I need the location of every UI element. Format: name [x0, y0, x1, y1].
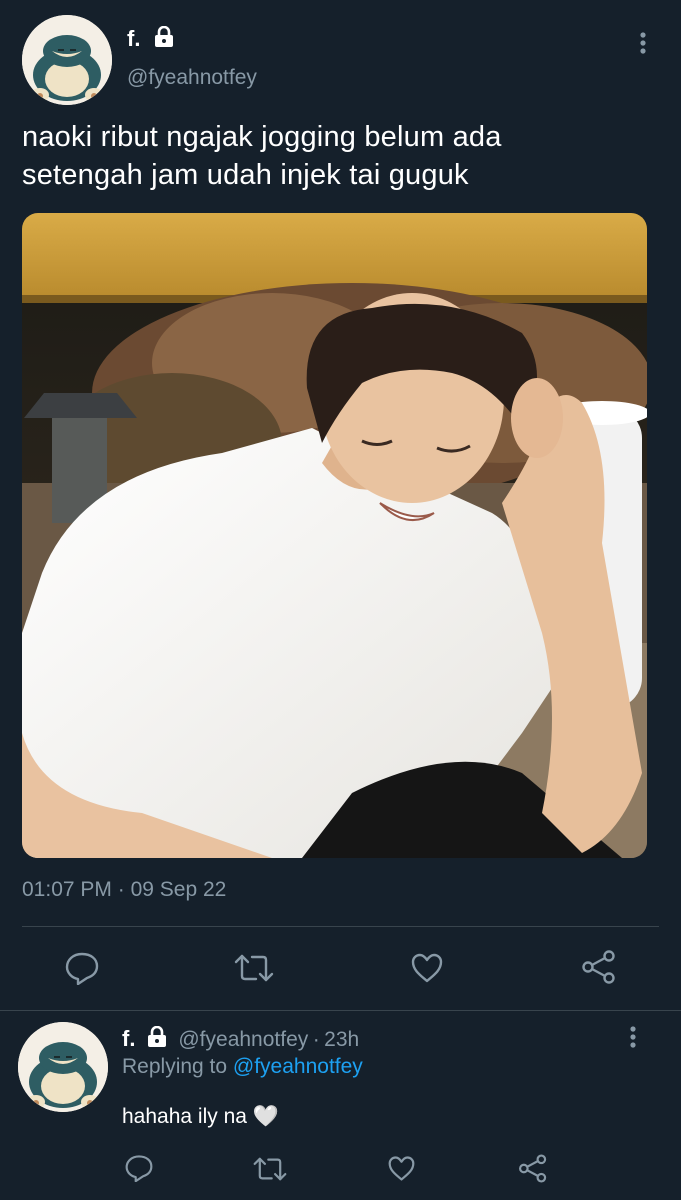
reply-text: hahaha ily na 🤍: [122, 1105, 279, 1128]
reply-header: f. @fyeahnotfey · 23h: [122, 1025, 360, 1053]
lock-icon: [153, 25, 175, 53]
reply-icon[interactable]: [64, 951, 100, 985]
replying-to-line: Replying to @fyeahnotfey: [122, 1055, 363, 1079]
share-icon[interactable]: [518, 1154, 548, 1183]
author-avatar[interactable]: [22, 15, 112, 105]
author-name-row: f.: [127, 25, 175, 53]
more-icon[interactable]: [626, 1024, 640, 1057]
tweet-text-line: setengah jam udah injek tai guguk: [22, 159, 469, 191]
replying-to-handle-link[interactable]: @fyeahnotfey: [233, 1055, 363, 1078]
author-display-name[interactable]: f.: [127, 26, 140, 51]
photo-image: [22, 213, 647, 858]
share-icon[interactable]: [581, 950, 617, 984]
meta-separator: ·: [312, 1028, 320, 1051]
retweet-icon[interactable]: [234, 952, 274, 984]
reply-author-name[interactable]: f.: [122, 1026, 135, 1051]
reply-author-avatar[interactable]: [18, 1022, 108, 1112]
tweet-text: naoki ribut ngajak jogging belum ada set…: [22, 118, 662, 194]
tweet-timestamp: 01:07 PM · 09 Sep 22: [22, 878, 226, 902]
like-icon[interactable]: [387, 1155, 416, 1182]
lock-icon: [146, 1025, 168, 1053]
tweet-text-line: naoki ribut ngajak jogging belum ada: [22, 121, 502, 153]
reply-author-handle[interactable]: @fyeahnotfey: [178, 1028, 308, 1051]
author-handle[interactable]: @fyeahnotfey: [127, 66, 257, 90]
tweet-date: 09 Sep 22: [130, 878, 227, 901]
tweet-time: 01:07 PM: [22, 878, 112, 901]
more-icon[interactable]: [636, 30, 650, 63]
retweet-icon[interactable]: [253, 1155, 287, 1183]
reply-icon[interactable]: [124, 1154, 154, 1182]
like-icon[interactable]: [410, 952, 444, 984]
replying-to-label: Replying to: [122, 1055, 228, 1078]
reply-age: 23h: [324, 1028, 360, 1051]
divider: [22, 926, 659, 927]
section-divider: [0, 1010, 681, 1011]
tweet-photo[interactable]: [22, 213, 647, 858]
snorlax-avatar-image: [18, 1022, 108, 1112]
snorlax-avatar-image: [22, 15, 112, 105]
meta-separator: ·: [117, 878, 125, 901]
